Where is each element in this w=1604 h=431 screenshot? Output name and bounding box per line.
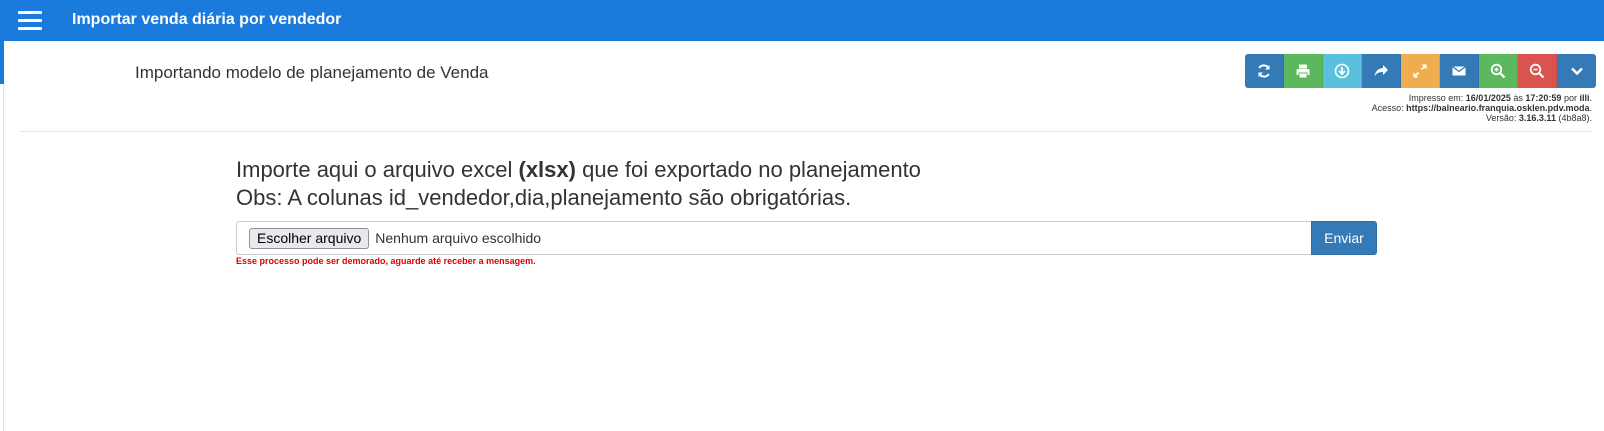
access-line: Acesso: https://balneario.franquia.oskle… [1371,103,1592,113]
processing-warning: Esse processo pode ser demorado, aguarde… [236,256,536,266]
version-number: 3.16.3.11 [1518,113,1556,123]
print-info: Impresso em: 16/01/2025 às 17:20:59 por … [1372,93,1592,123]
printed-date: 16/01/2025 [1465,93,1511,103]
access-url: https://balneario.franquia.osklen.pdv.mo… [1406,103,1590,113]
file-status-text: Nenhum arquivo escolhido [375,230,542,246]
choose-file-button[interactable]: Escolher arquivo [249,227,370,249]
email-icon [1452,66,1466,76]
more-options-button[interactable] [1557,54,1596,88]
page-title: Importando modelo de planejamento de Ven… [135,63,489,82]
instruction-line-1: Importe aqui o arquivo excel (xlsx) que … [236,157,921,182]
zoom-out-icon [1529,63,1545,79]
hamburger-menu-icon[interactable] [18,11,42,30]
download-button[interactable] [1323,54,1362,88]
report-toolbar [1245,54,1596,88]
printed-time: 17:20:59 [1525,93,1562,103]
print-button[interactable] [1284,54,1323,88]
version-line: Versão: 3.16.3.11 (4b8a8). [1485,113,1592,123]
share-icon [1374,65,1388,77]
email-button[interactable] [1440,54,1479,88]
file-format: (xlsx) [518,157,576,182]
build-hash: (4b8a8). [1558,113,1592,123]
instruction-line-2: Obs: A colunas id_vendedor,dia,planejame… [236,185,852,210]
fullscreen-icon [1413,64,1427,78]
zoom-out-button[interactable] [1518,54,1557,88]
refresh-icon [1258,64,1270,78]
printed-user: illi [1579,93,1590,103]
share-button[interactable] [1362,54,1401,88]
left-rule [3,84,4,431]
top-bar: Importar venda diária por vendedor [0,0,1604,41]
printed-line: Impresso em: 16/01/2025 às 17:20:59 por … [1408,93,1592,103]
zoom-in-button[interactable] [1479,54,1518,88]
left-accent-bar [0,41,4,84]
chevron-down-icon [1570,67,1583,76]
refresh-button[interactable] [1245,54,1284,88]
file-input[interactable]: Escolher arquivo Nenhum arquivo escolhid… [236,221,1311,255]
import-instructions: Importe aqui o arquivo excel (xlsx) que … [236,156,921,212]
upload-form: Escolher arquivo Nenhum arquivo escolhid… [236,221,1377,255]
print-icon [1296,64,1310,79]
zoom-in-icon [1490,63,1506,79]
submit-button[interactable]: Enviar [1311,221,1377,255]
app-title: Importar venda diária por vendedor [72,11,342,28]
fullscreen-button[interactable] [1401,54,1440,88]
download-icon [1334,63,1350,79]
header-divider [20,131,1592,132]
